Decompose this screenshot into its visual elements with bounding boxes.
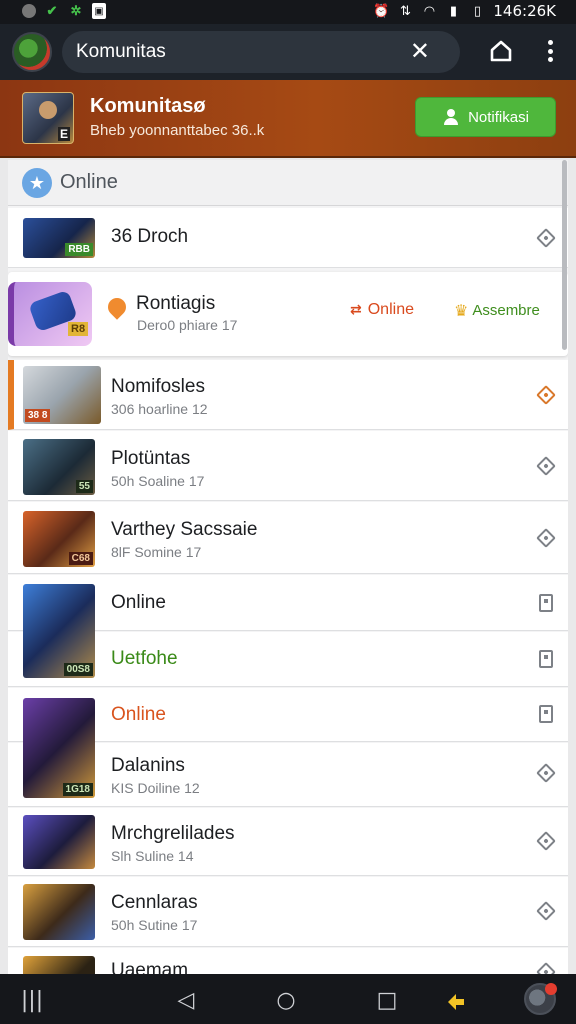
notify-button[interactable]: Notifikasi xyxy=(415,97,556,137)
list-item[interactable]: Mrchgrelilades Slh Suline 14 xyxy=(8,808,568,876)
thumbnail-badge: 00S8 xyxy=(63,663,93,676)
location-icon[interactable] xyxy=(536,528,556,548)
leaf-icon: ✔ xyxy=(46,3,58,18)
list-item[interactable]: 55 Plotüntas 50h Soaline 17 xyxy=(8,431,568,501)
list-item[interactable]: C68 Varthey Sacssaie 8lF Somine 17 xyxy=(8,502,568,574)
item-thumbnail: 00S8 xyxy=(23,584,95,678)
card-icon[interactable] xyxy=(536,593,556,613)
item-thumbnail: 38 8 xyxy=(23,366,101,424)
item-thumbnail xyxy=(23,815,95,869)
overview-icon[interactable]: □ xyxy=(373,986,401,1014)
item-thumbnail: RBB xyxy=(23,218,95,258)
data-icon: ⇅ xyxy=(399,3,411,19)
item-meta: 50h Sutine 17 xyxy=(111,917,198,933)
location-icon[interactable] xyxy=(536,901,556,921)
navigation-bar: ||| ◁ ○ □ xyxy=(0,974,576,1024)
section-title: Online xyxy=(60,171,118,193)
trophy-icon: ♛ xyxy=(454,301,469,320)
location-icon[interactable] xyxy=(536,831,556,851)
signal-icon: ▮ xyxy=(449,3,457,19)
notification-dot xyxy=(545,983,557,995)
item-title: Uetfohe xyxy=(111,648,178,669)
status-time: 146:26K xyxy=(493,2,556,20)
list-item[interactable]: RBB 36 Droch xyxy=(8,208,568,268)
app-logo[interactable] xyxy=(12,32,52,72)
alarm-icon: ⏰ xyxy=(373,3,390,19)
location-icon[interactable] xyxy=(536,763,556,783)
item-thumbnail xyxy=(8,282,92,346)
list-item[interactable]: 38 8 Nomifosles 306 hoarline 12 xyxy=(8,360,568,430)
scrollbar[interactable] xyxy=(562,160,567,350)
status-bar: ✔ ✲ ▣ ⏰ ⇅ ◠ ▮ ▯ 146:26K xyxy=(0,0,576,24)
notify-label: Notifikasi xyxy=(468,108,529,126)
item-meta: 8lF Somine 17 xyxy=(111,544,202,560)
wifi-icon: ◠ xyxy=(423,3,436,19)
banner-subtitle: Bheb yoonnanttabec 36..k xyxy=(90,122,265,139)
online-button[interactable]: ⇄ Online xyxy=(350,301,414,319)
item-title: Online xyxy=(111,592,166,613)
item-title: Cennlaras xyxy=(111,892,198,913)
item-title: Plotüntas xyxy=(111,448,191,469)
card-icon[interactable] xyxy=(536,704,556,724)
item-thumbnail: C68 xyxy=(23,511,95,567)
item-title: Dalanins xyxy=(111,755,185,776)
item-title: 36 Droch xyxy=(111,226,189,247)
user-icon xyxy=(442,108,460,126)
item-title: Varthey Sacssaie xyxy=(111,519,258,540)
item-title: Uaemam xyxy=(111,960,189,975)
location-icon[interactable] xyxy=(536,228,556,248)
star-icon: ★ xyxy=(22,168,52,198)
item-thumbnail: 1G18 xyxy=(23,698,95,798)
more-options-icon[interactable] xyxy=(538,36,562,66)
item-subtitle: Dero0 phiare 17 xyxy=(137,317,238,333)
home-button-icon[interactable]: ○ xyxy=(272,986,300,1014)
online-icon: ⇄ xyxy=(350,302,362,318)
community-thumbnail: E xyxy=(22,92,74,144)
location-icon[interactable] xyxy=(536,385,556,405)
app-bar: Komunitas ✕ xyxy=(0,24,576,80)
thumbnail-badge: E xyxy=(57,127,70,141)
notification-icon: ▣ xyxy=(92,3,106,19)
home-icon[interactable] xyxy=(486,36,516,66)
game-icon: ✲ xyxy=(70,3,82,18)
assemble-button[interactable]: ♛ Assembre xyxy=(454,301,540,320)
community-banner: E Komunitasø Bheb yoonnanttabec 36..k No… xyxy=(0,80,576,158)
item-meta: 306 hoarline 12 xyxy=(111,401,208,417)
online-label: Online xyxy=(367,301,414,318)
item-meta: 50h Soaline 17 xyxy=(111,473,205,489)
avatar[interactable] xyxy=(524,983,557,1015)
thumbnail-badge: 55 xyxy=(75,480,93,493)
item-title: Online xyxy=(111,704,166,725)
item-meta: Slh Suline 14 xyxy=(111,848,194,864)
featured-item[interactable]: Rontiagis Dero0 phiare 17 ⇄ Online ♛ Ass… xyxy=(8,272,568,356)
section-header: ★ Online xyxy=(8,160,568,206)
list-item[interactable]: Uaemam xyxy=(8,948,568,975)
assemble-label: Assembre xyxy=(472,302,540,319)
recent-apps-icon[interactable]: ||| xyxy=(18,986,46,1014)
item-thumbnail: 55 xyxy=(23,439,95,495)
card-icon[interactable] xyxy=(536,649,556,669)
banner-title: Komunitasø xyxy=(90,95,206,117)
community-list: ★ Online RBB 36 Droch Rontiagis Dero0 ph… xyxy=(8,160,568,975)
back-icon[interactable]: ◁ xyxy=(172,986,200,1014)
thumbnail-badge: C68 xyxy=(68,552,93,565)
assistant-icon[interactable] xyxy=(442,986,470,1014)
search-bar[interactable]: Komunitas ✕ xyxy=(62,31,460,73)
thumbnail-badge: 1G18 xyxy=(62,783,93,796)
item-thumbnail xyxy=(23,884,95,940)
thumbnail-badge: RBB xyxy=(65,243,93,256)
item-title: Nomifosles xyxy=(111,376,205,397)
thumbnail-badge: 38 8 xyxy=(25,409,51,422)
pin-icon xyxy=(106,298,128,326)
record-icon xyxy=(22,4,36,18)
item-title: Mrchgrelilades xyxy=(111,823,235,844)
item-title: Rontiagis xyxy=(136,293,216,314)
location-icon[interactable] xyxy=(536,456,556,476)
battery-icon: ▯ xyxy=(473,3,481,19)
search-input[interactable]: Komunitas xyxy=(76,41,166,63)
close-icon[interactable]: ✕ xyxy=(410,37,430,65)
list-item[interactable]: Cennlaras 50h Sutine 17 xyxy=(8,877,568,947)
item-meta: KIS Doiline 12 xyxy=(111,780,200,796)
item-thumbnail xyxy=(23,956,95,975)
